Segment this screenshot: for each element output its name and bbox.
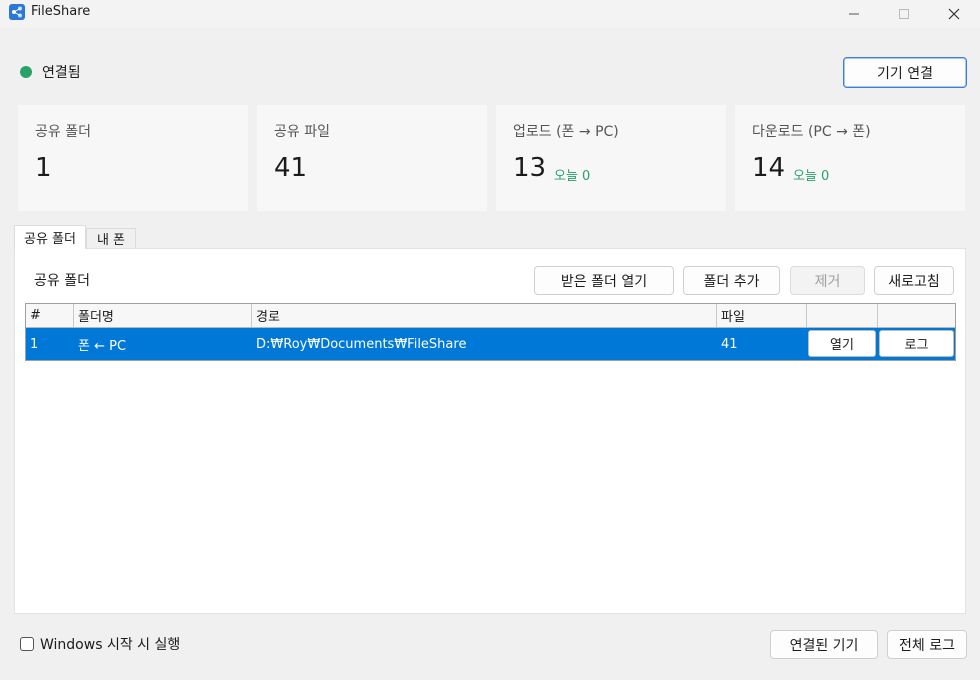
- panel-title: 공유 폴더: [34, 273, 90, 289]
- stat-card-title: 공유 폴더: [35, 124, 91, 140]
- row-path: D:₩Roy₩Documents₩FileShare: [256, 336, 467, 352]
- column-header-path[interactable]: 경로: [252, 304, 717, 327]
- app-logo-icon: [9, 4, 25, 20]
- column-header-folder-name[interactable]: 폴더명: [74, 304, 252, 327]
- minimize-icon: [849, 13, 859, 15]
- stat-card-value: 13: [513, 153, 547, 183]
- column-header-open: [807, 304, 878, 327]
- open-received-folder-button[interactable]: 받은 폴더 열기: [534, 266, 674, 295]
- stat-card-shared-files: 공유 파일 41: [257, 105, 487, 211]
- column-header-log: [878, 304, 955, 327]
- all-logs-button[interactable]: 전체 로그: [887, 630, 967, 659]
- tab-shared-folders[interactable]: 공유 폴더: [14, 225, 86, 249]
- add-folder-button[interactable]: 폴더 추가: [683, 266, 780, 295]
- connected-devices-button[interactable]: 연결된 기기: [770, 630, 878, 659]
- window-title: FileShare: [31, 4, 91, 19]
- stat-card-value: 41: [274, 153, 308, 183]
- connection-status-dot: [20, 66, 32, 78]
- row-folder-name: 폰 ← PC: [78, 338, 127, 354]
- table-row[interactable]: 1 폰 ← PC D:₩Roy₩Documents₩FileShare 41 열…: [26, 328, 955, 360]
- column-header-files[interactable]: 파일: [717, 304, 807, 327]
- run-on-startup-checkbox[interactable]: [20, 637, 34, 651]
- stat-card-today: 오늘 0: [793, 169, 830, 184]
- stat-card-title: 업로드 (폰 → PC): [513, 124, 619, 140]
- tab-my-phone[interactable]: 내 폰: [86, 228, 136, 248]
- maximize-icon: [899, 9, 909, 19]
- table-header: # 폴더명 경로 파일: [26, 304, 955, 328]
- row-open-button[interactable]: 열기: [808, 330, 876, 357]
- row-number: 1: [30, 336, 39, 352]
- title-bar: FileShare: [0, 0, 980, 28]
- stat-card-downloads: 다운로드 (PC → 폰) 14 오늘 0: [735, 105, 965, 211]
- minimize-button[interactable]: [830, 0, 878, 28]
- close-button[interactable]: [930, 0, 978, 28]
- shared-folders-table[interactable]: # 폴더명 경로 파일 1 폰 ← PC D:₩Roy₩Documents₩Fi…: [25, 303, 956, 361]
- stat-card-shared-folders: 공유 폴더 1: [18, 105, 248, 211]
- stat-card-uploads: 업로드 (폰 → PC) 13 오늘 0: [496, 105, 726, 211]
- stat-card-value: 1: [35, 153, 52, 183]
- connection-status-label: 연결됨: [42, 65, 81, 81]
- refresh-button[interactable]: 새로고침: [874, 266, 954, 295]
- stat-card-value: 14: [752, 153, 786, 183]
- stat-card-title: 공유 파일: [274, 124, 330, 140]
- row-file-count: 41: [721, 336, 738, 352]
- stat-card-today: 오늘 0: [554, 169, 591, 184]
- column-header-number[interactable]: #: [26, 304, 74, 327]
- maximize-button[interactable]: [880, 0, 928, 28]
- remove-button[interactable]: 제거: [790, 266, 865, 295]
- row-log-button[interactable]: 로그: [879, 330, 954, 357]
- stat-card-title: 다운로드 (PC → 폰): [752, 124, 871, 140]
- connect-device-button[interactable]: 기기 연결: [843, 57, 967, 88]
- close-icon: [948, 8, 960, 20]
- run-on-startup-label[interactable]: Windows 시작 시 실행: [40, 634, 180, 654]
